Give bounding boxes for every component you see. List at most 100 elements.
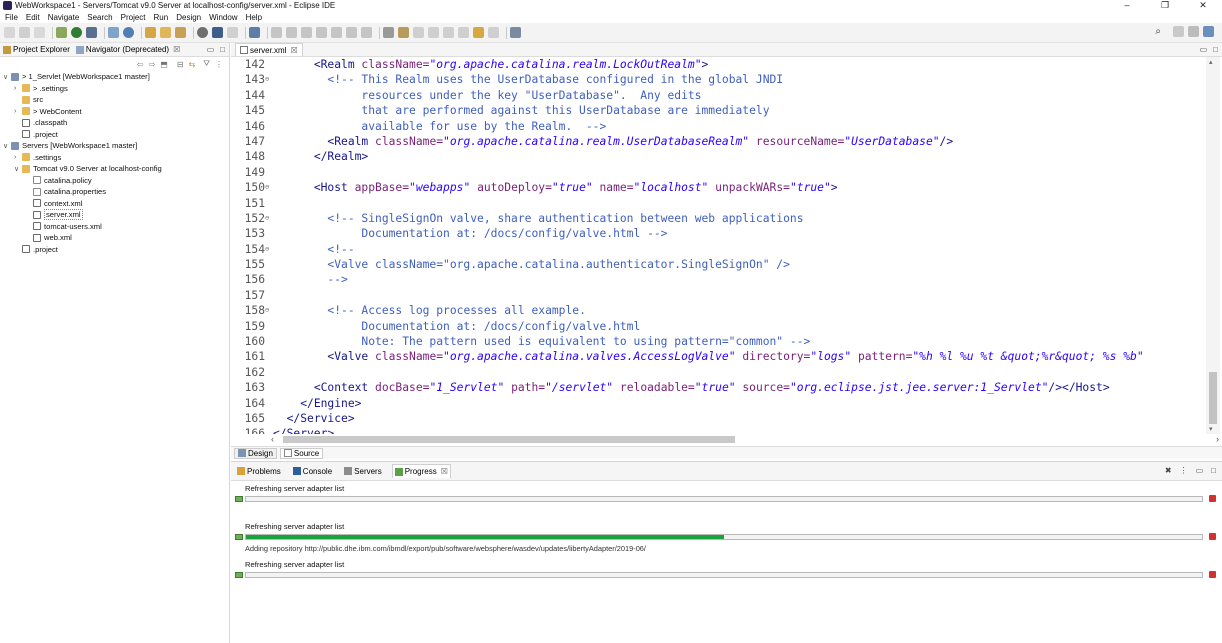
open-type-icon[interactable] [145,27,156,38]
menu-search[interactable]: Search [87,13,112,22]
search-icon[interactable]: ⌕ [1155,26,1161,37]
minimize-view-icon[interactable]: ▭ [1196,466,1204,475]
tree-item[interactable]: src [3,94,229,106]
tree-item[interactable]: ∨ Tomcat v9.0 Server at localhost-config [3,163,229,175]
disconnect-icon[interactable] [316,27,327,38]
fold-toggle-icon[interactable] [265,380,273,395]
java-perspective-icon[interactable] [1203,26,1214,37]
filter-icon[interactable]: ⛛ [203,59,210,69]
fold-toggle-icon[interactable]: ⊖ [265,242,273,257]
fold-toggle-icon[interactable] [265,272,273,287]
tree-item[interactable]: › > .settings [3,83,229,95]
fold-toggle-icon[interactable] [265,396,273,411]
fold-toggle-icon[interactable] [265,103,273,118]
minimize-view-icon[interactable]: ▭ [207,45,215,54]
remove-finished-icon[interactable]: ✖ [1165,466,1172,475]
fold-toggle-icon[interactable]: ⊖ [265,211,273,226]
fold-toggle-icon[interactable]: ⊖ [265,180,273,195]
fold-toggle-icon[interactable] [265,365,273,380]
back-icon[interactable] [443,27,454,38]
expand-toggle-icon[interactable]: ∨ [3,142,11,150]
terminate-icon[interactable] [301,27,312,38]
close-button[interactable]: ✕ [1184,0,1222,11]
expand-toggle-icon[interactable]: › [14,154,22,161]
tree-item[interactable]: tomcat-users.xml [3,221,229,233]
fold-toggle-icon[interactable] [265,349,273,364]
resume-icon[interactable] [271,27,282,38]
link-editor-icon[interactable]: ⇆ [189,60,196,69]
collapse-all-icon[interactable]: ⊟ [177,60,184,69]
tree-item[interactable]: ∨ > 1_Servlet [WebWorkspace1 master] [3,71,229,83]
tab-project-explorer[interactable]: Project Explorer [3,45,70,54]
tree-item[interactable]: › > WebContent [3,106,229,118]
tree-item[interactable]: server.xml [3,209,229,221]
fold-toggle-icon[interactable] [265,319,273,334]
expand-toggle-icon[interactable]: ∨ [14,165,22,173]
tab-source[interactable]: Source [279,447,324,459]
scroll-right-icon[interactable]: › [1216,434,1219,444]
tree-item[interactable]: web.xml [3,232,229,244]
menu-file[interactable]: File [5,13,18,22]
back-icon[interactable]: ⇦ [137,60,144,69]
toggle-icon[interactable] [227,27,238,38]
monitor-icon[interactable] [249,27,260,38]
menu-navigate[interactable]: Navigate [48,13,80,22]
suspend-icon[interactable] [286,27,297,38]
fold-toggle-icon[interactable] [265,288,273,303]
save-all-icon[interactable] [34,27,45,38]
coverage-icon[interactable] [86,27,97,38]
fold-toggle-icon[interactable] [265,134,273,149]
forward-icon[interactable] [458,27,469,38]
search-tool-icon[interactable] [175,27,186,38]
fold-toggle-icon[interactable] [265,411,273,426]
fold-toggle-icon[interactable] [265,334,273,349]
fold-toggle-icon[interactable] [265,119,273,134]
maximize-view-icon[interactable]: □ [1213,45,1218,54]
tree-item[interactable]: catalina.policy [3,175,229,187]
forward-icon[interactable]: ⇨ [149,60,156,69]
word-wrap-icon[interactable] [383,27,394,38]
close-icon[interactable]: ☒ [290,46,297,55]
fold-toggle-icon[interactable]: ⊖ [265,72,273,87]
save-icon[interactable] [19,27,30,38]
fold-toggle-icon[interactable] [265,57,273,72]
tab-navigator[interactable]: Navigator (Deprecated) ☒ [75,45,180,54]
scrollbar-thumb[interactable] [283,436,735,443]
menu-project[interactable]: Project [121,13,146,22]
step-into-icon[interactable] [331,27,342,38]
stop-icon[interactable] [1209,495,1216,502]
prev-annotation-icon[interactable] [428,27,439,38]
vertical-scrollbar[interactable]: ▴ ▾ [1206,57,1220,434]
fold-toggle-icon[interactable] [265,226,273,241]
code-editor[interactable]: 142 <Realm className="org.apache.catalin… [231,57,1206,434]
step-over-icon[interactable] [346,27,357,38]
fold-toggle-icon[interactable]: ⊖ [265,303,273,318]
open-perspective-icon[interactable] [1173,26,1184,37]
menu-run[interactable]: Run [154,13,169,22]
maximize-button[interactable]: ❐ [1146,0,1184,11]
next-annotation-icon[interactable] [413,27,424,38]
maximize-view-icon[interactable]: □ [220,45,225,54]
server-start-icon[interactable] [212,27,223,38]
tab-console[interactable]: Console [291,464,334,478]
last-edit-icon[interactable] [473,27,484,38]
view-menu-icon[interactable]: ⋮ [215,60,223,69]
tab-design[interactable]: Design [234,447,277,459]
menu-help[interactable]: Help [246,13,262,22]
tree-item[interactable]: .project [3,244,229,256]
stop-icon[interactable] [1209,533,1216,540]
menu-design[interactable]: Design [176,13,201,22]
fold-toggle-icon[interactable] [265,149,273,164]
run-icon[interactable] [71,27,82,38]
pin-icon[interactable] [197,27,208,38]
fold-toggle-icon[interactable] [265,88,273,103]
fold-toggle-icon[interactable] [265,165,273,180]
editor-tab-server-xml[interactable]: server.xml ☒ [235,43,303,56]
up-icon[interactable]: ⬒ [160,60,168,69]
tab-progress[interactable]: Progress ☒ [391,464,451,478]
tree-item[interactable]: .project [3,129,229,141]
scrollbar-thumb[interactable] [1209,372,1217,424]
web-browser-icon[interactable] [123,27,134,38]
close-icon[interactable]: ☒ [173,45,180,54]
maximize-view-icon[interactable]: □ [1211,466,1216,475]
